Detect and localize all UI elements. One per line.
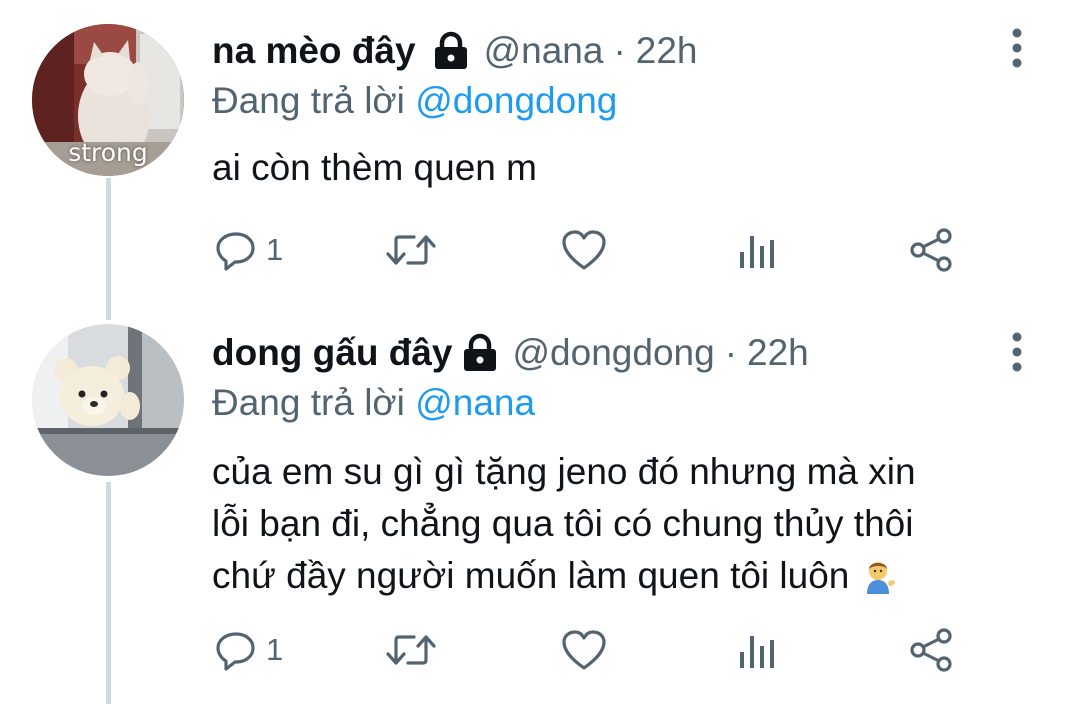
heart-icon xyxy=(562,230,606,270)
reply-icon xyxy=(216,632,255,671)
avatar-caption: strong xyxy=(68,138,148,167)
avatar[interactable] xyxy=(32,324,184,476)
timestamp[interactable]: 22h xyxy=(747,330,809,376)
action-bar: 1 xyxy=(212,624,972,676)
tweet-2[interactable]: dong gấu đây @dongdong · 22h Đang trả lờ… xyxy=(0,310,1080,704)
replying-to-mention[interactable]: @dongdong xyxy=(415,80,617,121)
analytics-icon xyxy=(740,236,774,268)
avatar-teddy-bear-image xyxy=(32,324,184,476)
retweet-icon xyxy=(386,235,436,265)
replying-to: Đang trả lời @dongdong xyxy=(212,78,617,124)
tweet-text: của em su gì gì tặng jeno đó nhưng mà xi… xyxy=(212,446,1032,602)
handle[interactable]: @dongdong xyxy=(513,330,715,376)
retweet-button[interactable] xyxy=(384,224,438,276)
share-icon xyxy=(910,228,952,272)
reply-button[interactable]: 1 xyxy=(214,624,283,676)
separator-dot: · xyxy=(724,332,738,373)
more-vertical-icon[interactable] xyxy=(1003,24,1031,72)
replying-to-label: Đang trả lời xyxy=(212,80,416,121)
tweet-text-line: chứ đầy người muốn làm quen tôi luôn xyxy=(212,550,1032,602)
tweet-text-line: lỗi bạn đi, chẳng qua tôi có chung thủy … xyxy=(212,503,914,544)
share-icon xyxy=(910,628,952,672)
handle[interactable]: @nana xyxy=(484,28,604,74)
retweet-icon xyxy=(386,635,436,665)
display-name[interactable]: dong gấu đây xyxy=(212,330,453,376)
tweet-header: na mèo đây @nana · 22h xyxy=(212,28,698,74)
like-button[interactable] xyxy=(560,224,608,276)
replying-to-mention[interactable]: @nana xyxy=(415,382,535,423)
share-button[interactable] xyxy=(908,624,956,676)
reply-count: 1 xyxy=(266,232,284,267)
reply-button[interactable]: 1 xyxy=(214,224,283,276)
analytics-button[interactable] xyxy=(736,624,776,676)
avatar[interactable]: strong xyxy=(32,24,184,176)
action-bar: 1 xyxy=(212,224,972,276)
timestamp[interactable]: 22h xyxy=(636,28,698,74)
replying-to: Đang trả lời @nana xyxy=(212,380,535,426)
reply-icon xyxy=(216,232,255,271)
heart-icon xyxy=(562,630,606,670)
replying-to-label: Đang trả lời xyxy=(212,382,416,423)
analytics-button[interactable] xyxy=(736,224,776,276)
tweet-header: dong gấu đây @dongdong · 22h xyxy=(212,330,809,376)
tweet-1[interactable]: strong na mèo đây @nana · 22h Đang trả l… xyxy=(0,0,1080,310)
like-button[interactable] xyxy=(560,624,608,676)
reply-count: 1 xyxy=(266,632,284,667)
lock-icon xyxy=(432,31,470,71)
separator-dot: · xyxy=(613,30,626,71)
retweet-button[interactable] xyxy=(384,624,438,676)
more-vertical-icon[interactable] xyxy=(1003,328,1031,376)
display-name[interactable]: na mèo đây xyxy=(212,28,416,74)
person-tipping-hand-emoji-icon xyxy=(859,556,897,594)
tweet-text-line: của em su gì gì tặng jeno đó nhưng mà xi… xyxy=(212,451,916,492)
lock-icon xyxy=(461,333,499,373)
tweet-text-line: ai còn thèm quen m xyxy=(212,147,537,188)
analytics-icon xyxy=(740,636,774,668)
share-button[interactable] xyxy=(908,224,956,276)
tweet-text: ai còn thèm quen m xyxy=(212,142,1032,194)
